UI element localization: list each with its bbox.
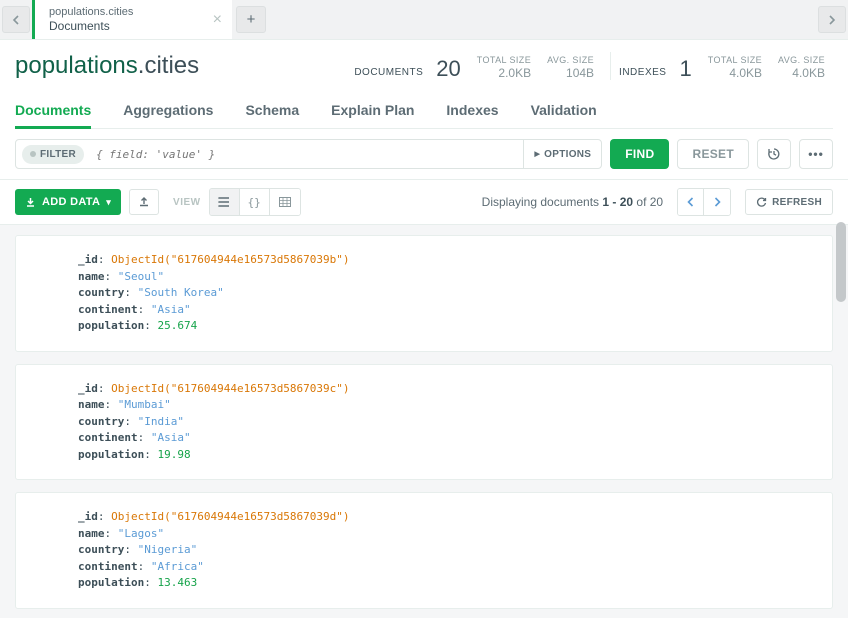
tab-aggregations[interactable]: Aggregations xyxy=(123,94,213,128)
view-table-button[interactable] xyxy=(270,189,300,215)
refresh-label: REFRESH xyxy=(772,197,822,208)
collection-stats: DOCUMENTS 20 TOTAL SIZE 2.0KB AVG. SIZE … xyxy=(354,52,833,80)
caret-right-icon: ▶ xyxy=(534,150,540,158)
chevron-left-icon xyxy=(12,15,20,25)
documents-count: 20 xyxy=(433,56,460,81)
history-button[interactable] xyxy=(757,139,791,169)
display-info: Displaying documents 1 - 20 of 20 xyxy=(482,195,663,209)
window-tab-active[interactable]: populations.cities Documents × xyxy=(32,0,232,39)
idx-total-size: 4.0KB xyxy=(708,66,762,80)
tab-documents[interactable]: Documents xyxy=(15,94,91,128)
doc-field-country: country: "South Korea" xyxy=(78,285,814,302)
doc-field-id: _id: ObjectId("617604944e16573d5867039b"… xyxy=(78,252,814,269)
document-card[interactable]: _id: ObjectId("617604944e16573d5867039d"… xyxy=(15,492,833,609)
filter-chip: FILTER xyxy=(22,145,84,164)
chevron-left-icon xyxy=(687,197,694,207)
export-icon xyxy=(138,196,150,208)
doc-total-size: 2.0KB xyxy=(477,66,531,80)
plus-icon: + xyxy=(247,11,256,28)
tab-close-icon[interactable]: × xyxy=(213,12,222,28)
new-tab-button[interactable]: + xyxy=(236,6,266,33)
documents-count-label: DOCUMENTS xyxy=(354,67,425,80)
chevron-right-icon xyxy=(714,197,721,207)
tab-nav-next[interactable] xyxy=(818,6,846,33)
doc-field-population: population: 19.98 xyxy=(78,447,814,464)
refresh-button[interactable]: REFRESH xyxy=(745,189,833,215)
chevron-right-icon xyxy=(828,15,836,25)
doc-field-id: _id: ObjectId("617604944e16573d5867039c"… xyxy=(78,381,814,398)
doc-field-id: _id: ObjectId("617604944e16573d5867039d"… xyxy=(78,509,814,526)
database-name: populations xyxy=(15,52,138,79)
tab-title: populations.cities xyxy=(49,6,202,19)
filter-box: FILTER ▶ OPTIONS xyxy=(15,139,602,169)
page-prev-button[interactable] xyxy=(678,189,704,215)
find-button[interactable]: FIND xyxy=(610,139,669,169)
filter-input[interactable] xyxy=(90,148,523,161)
view-label: VIEW xyxy=(173,197,201,208)
document-card[interactable]: _id: ObjectId("617604944e16573d5867039c"… xyxy=(15,364,833,481)
more-options-button[interactable]: ••• xyxy=(799,139,833,169)
list-icon xyxy=(218,197,230,207)
window-tabstrip: populations.cities Documents × + xyxy=(0,0,848,40)
doc-field-name: name: "Mumbai" xyxy=(78,397,814,414)
collection-name: cities xyxy=(144,52,199,79)
tab-explain-plan[interactable]: Explain Plan xyxy=(331,94,414,128)
history-icon xyxy=(767,147,781,161)
tab-nav-prev[interactable] xyxy=(2,6,30,33)
documents-toolbar: ADD DATA ▾ VIEW {} Displaying documents … xyxy=(0,180,848,225)
table-icon xyxy=(279,197,291,207)
doc-field-country: country: "Nigeria" xyxy=(78,542,814,559)
caret-down-icon: ▾ xyxy=(106,197,111,208)
doc-field-country: country: "India" xyxy=(78,414,814,431)
ellipsis-icon: ••• xyxy=(808,147,824,161)
section-tabs: Documents Aggregations Schema Explain Pl… xyxy=(15,94,833,129)
display-prefix: Displaying documents xyxy=(482,195,603,209)
doc-field-continent: continent: "Asia" xyxy=(78,430,814,447)
view-mode-group: {} xyxy=(209,188,301,216)
doc-field-continent: continent: "Asia" xyxy=(78,302,814,319)
filter-chip-label: FILTER xyxy=(40,149,76,160)
indexes-count-label: INDEXES xyxy=(619,67,668,80)
view-list-button[interactable] xyxy=(210,189,240,215)
pager xyxy=(677,188,731,216)
tab-schema[interactable]: Schema xyxy=(245,94,299,128)
options-label: OPTIONS xyxy=(544,149,591,160)
tab-indexes[interactable]: Indexes xyxy=(446,94,498,128)
doc-field-name: name: "Seoul" xyxy=(78,269,814,286)
scrollbar-thumb[interactable] xyxy=(836,222,846,302)
doc-total-size-label: TOTAL SIZE xyxy=(477,56,531,66)
export-button[interactable] xyxy=(129,189,159,215)
doc-field-name: name: "Lagos" xyxy=(78,526,814,543)
filter-dot-icon xyxy=(30,151,36,157)
tab-subtitle: Documents xyxy=(49,19,202,33)
doc-avg-size: 104B xyxy=(547,66,594,80)
namespace-title: populations.cities xyxy=(15,52,199,80)
tab-validation[interactable]: Validation xyxy=(531,94,597,128)
stats-divider xyxy=(610,52,611,80)
doc-field-population: population: 13.463 xyxy=(78,575,814,592)
add-data-button[interactable]: ADD DATA ▾ xyxy=(15,189,121,215)
indexes-count: 1 xyxy=(676,56,691,81)
collection-header: populations.cities DOCUMENTS 20 TOTAL SI… xyxy=(0,40,848,129)
options-button[interactable]: ▶ OPTIONS xyxy=(523,140,601,168)
download-icon xyxy=(25,197,36,208)
display-of: of 20 xyxy=(633,195,663,209)
view-json-button[interactable]: {} xyxy=(240,189,270,215)
add-data-label: ADD DATA xyxy=(42,196,100,208)
refresh-icon xyxy=(756,197,767,208)
doc-field-continent: continent: "Africa" xyxy=(78,559,814,576)
doc-avg-size-label: AVG. SIZE xyxy=(547,56,594,66)
page-next-button[interactable] xyxy=(704,189,730,215)
doc-field-population: population: 25.674 xyxy=(78,318,814,335)
idx-avg-size-label: AVG. SIZE xyxy=(778,56,825,66)
document-card[interactable]: _id: ObjectId("617604944e16573d5867039b"… xyxy=(15,235,833,352)
idx-total-size-label: TOTAL SIZE xyxy=(708,56,762,66)
documents-list[interactable]: _id: ObjectId("617604944e16573d5867039b"… xyxy=(0,225,848,613)
query-bar: FILTER ▶ OPTIONS FIND RESET ••• xyxy=(0,129,848,180)
reset-button[interactable]: RESET xyxy=(677,139,749,169)
idx-avg-size: 4.0KB xyxy=(778,66,825,80)
display-range: 1 - 20 xyxy=(602,195,633,209)
